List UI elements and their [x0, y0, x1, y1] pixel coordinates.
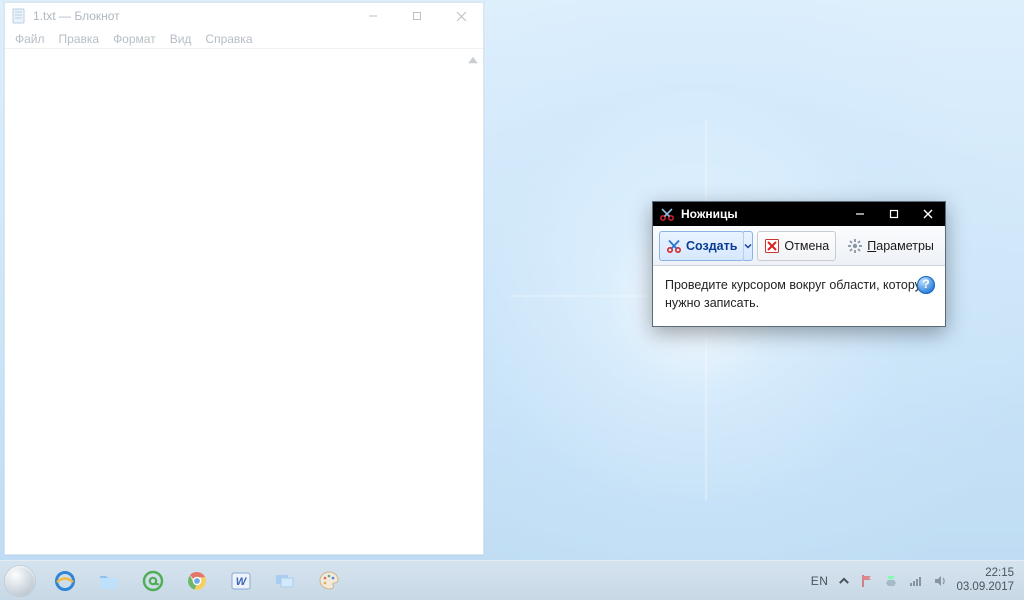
new-snip-mode-dropdown[interactable] [743, 231, 753, 261]
cancel-label: Отмена [784, 239, 829, 253]
close-button[interactable] [439, 3, 483, 29]
tray-power-icon[interactable] [884, 573, 900, 589]
svg-text:W: W [236, 576, 248, 588]
gear-icon [847, 238, 863, 254]
palette-icon [317, 569, 341, 593]
snipping-tool-window-buttons [843, 202, 945, 226]
notepad-window-buttons [351, 3, 483, 29]
cancel-x-icon [764, 238, 780, 254]
taskbar-item-taskview[interactable] [268, 566, 302, 596]
cancel-button[interactable]: Отмена [757, 231, 836, 261]
scissors-icon [659, 206, 675, 222]
snipping-tool-toolbar: Создать Отмена Параметры [653, 226, 945, 266]
clock-date: 03.09.2017 [956, 581, 1014, 594]
options-button[interactable]: Параметры [840, 231, 941, 261]
snipping-tool-titlebar[interactable]: Ножницы [653, 202, 945, 226]
new-snip-button[interactable]: Создать [659, 231, 744, 261]
folder-icon [97, 569, 121, 593]
tray-network-icon[interactable] [908, 573, 924, 589]
maximize-button[interactable] [395, 3, 439, 29]
windows-stack-icon [273, 569, 297, 593]
at-sign-icon [141, 569, 165, 593]
notepad-app-icon [11, 8, 27, 24]
scissors-icon [666, 238, 682, 254]
minimize-button[interactable] [843, 202, 877, 226]
taskbar-item-mail[interactable] [136, 566, 170, 596]
notepad-window: 1.txt — Блокнот Файл Правка Формат Вид С… [4, 2, 484, 555]
taskbar-item-explorer[interactable] [92, 566, 126, 596]
system-tray: EN 22:15 03.09.2017 [811, 567, 1024, 593]
taskbar-pinned-apps: W [40, 566, 346, 596]
menu-view[interactable]: Вид [170, 32, 192, 46]
snipping-tool-window: Ножницы Создать Отмена Параметры [652, 201, 946, 327]
notepad-titlebar[interactable]: 1.txt — Блокнот [5, 3, 483, 29]
desktop: 1.txt — Блокнот Файл Правка Формат Вид С… [0, 0, 1024, 600]
start-button[interactable] [0, 561, 40, 600]
snipping-tool-title: Ножницы [681, 207, 843, 221]
notepad-menubar: Файл Правка Формат Вид Справка [5, 29, 483, 49]
close-button[interactable] [911, 202, 945, 226]
taskbar: W EN 22:15 03.09.2017 [0, 560, 1024, 600]
snipping-tool-instruction-area: Проведите курсором вокруг области, котор… [653, 266, 945, 326]
scrollbar-up-icon[interactable] [465, 52, 481, 68]
notepad-text-area[interactable] [6, 50, 482, 553]
word-icon: W [229, 569, 253, 593]
clock-time: 22:15 [956, 567, 1014, 580]
notepad-title: 1.txt — Блокнот [33, 9, 351, 23]
options-label: Параметры [867, 239, 934, 253]
taskbar-item-chrome[interactable] [180, 566, 214, 596]
taskbar-item-ie[interactable] [48, 566, 82, 596]
help-icon[interactable]: ? [917, 276, 935, 294]
internet-explorer-icon [53, 569, 77, 593]
windows-orb-icon [5, 566, 35, 596]
maximize-button[interactable] [877, 202, 911, 226]
menu-edit[interactable]: Правка [59, 32, 100, 46]
tray-chevron-up-icon[interactable] [836, 573, 852, 589]
new-snip-label: Создать [686, 239, 737, 253]
minimize-button[interactable] [351, 3, 395, 29]
taskbar-item-paint[interactable] [312, 566, 346, 596]
language-indicator[interactable]: EN [811, 574, 829, 588]
instruction-text: Проведите курсором вокруг области, котор… [665, 278, 930, 310]
tray-flag-icon[interactable] [860, 573, 876, 589]
tray-volume-icon[interactable] [932, 573, 948, 589]
taskbar-clock[interactable]: 22:15 03.09.2017 [956, 567, 1014, 593]
menu-help[interactable]: Справка [205, 32, 252, 46]
chrome-icon [185, 569, 209, 593]
menu-format[interactable]: Формат [113, 32, 156, 46]
taskbar-item-word[interactable]: W [224, 566, 258, 596]
menu-file[interactable]: Файл [15, 32, 45, 46]
chevron-down-icon [744, 242, 752, 250]
